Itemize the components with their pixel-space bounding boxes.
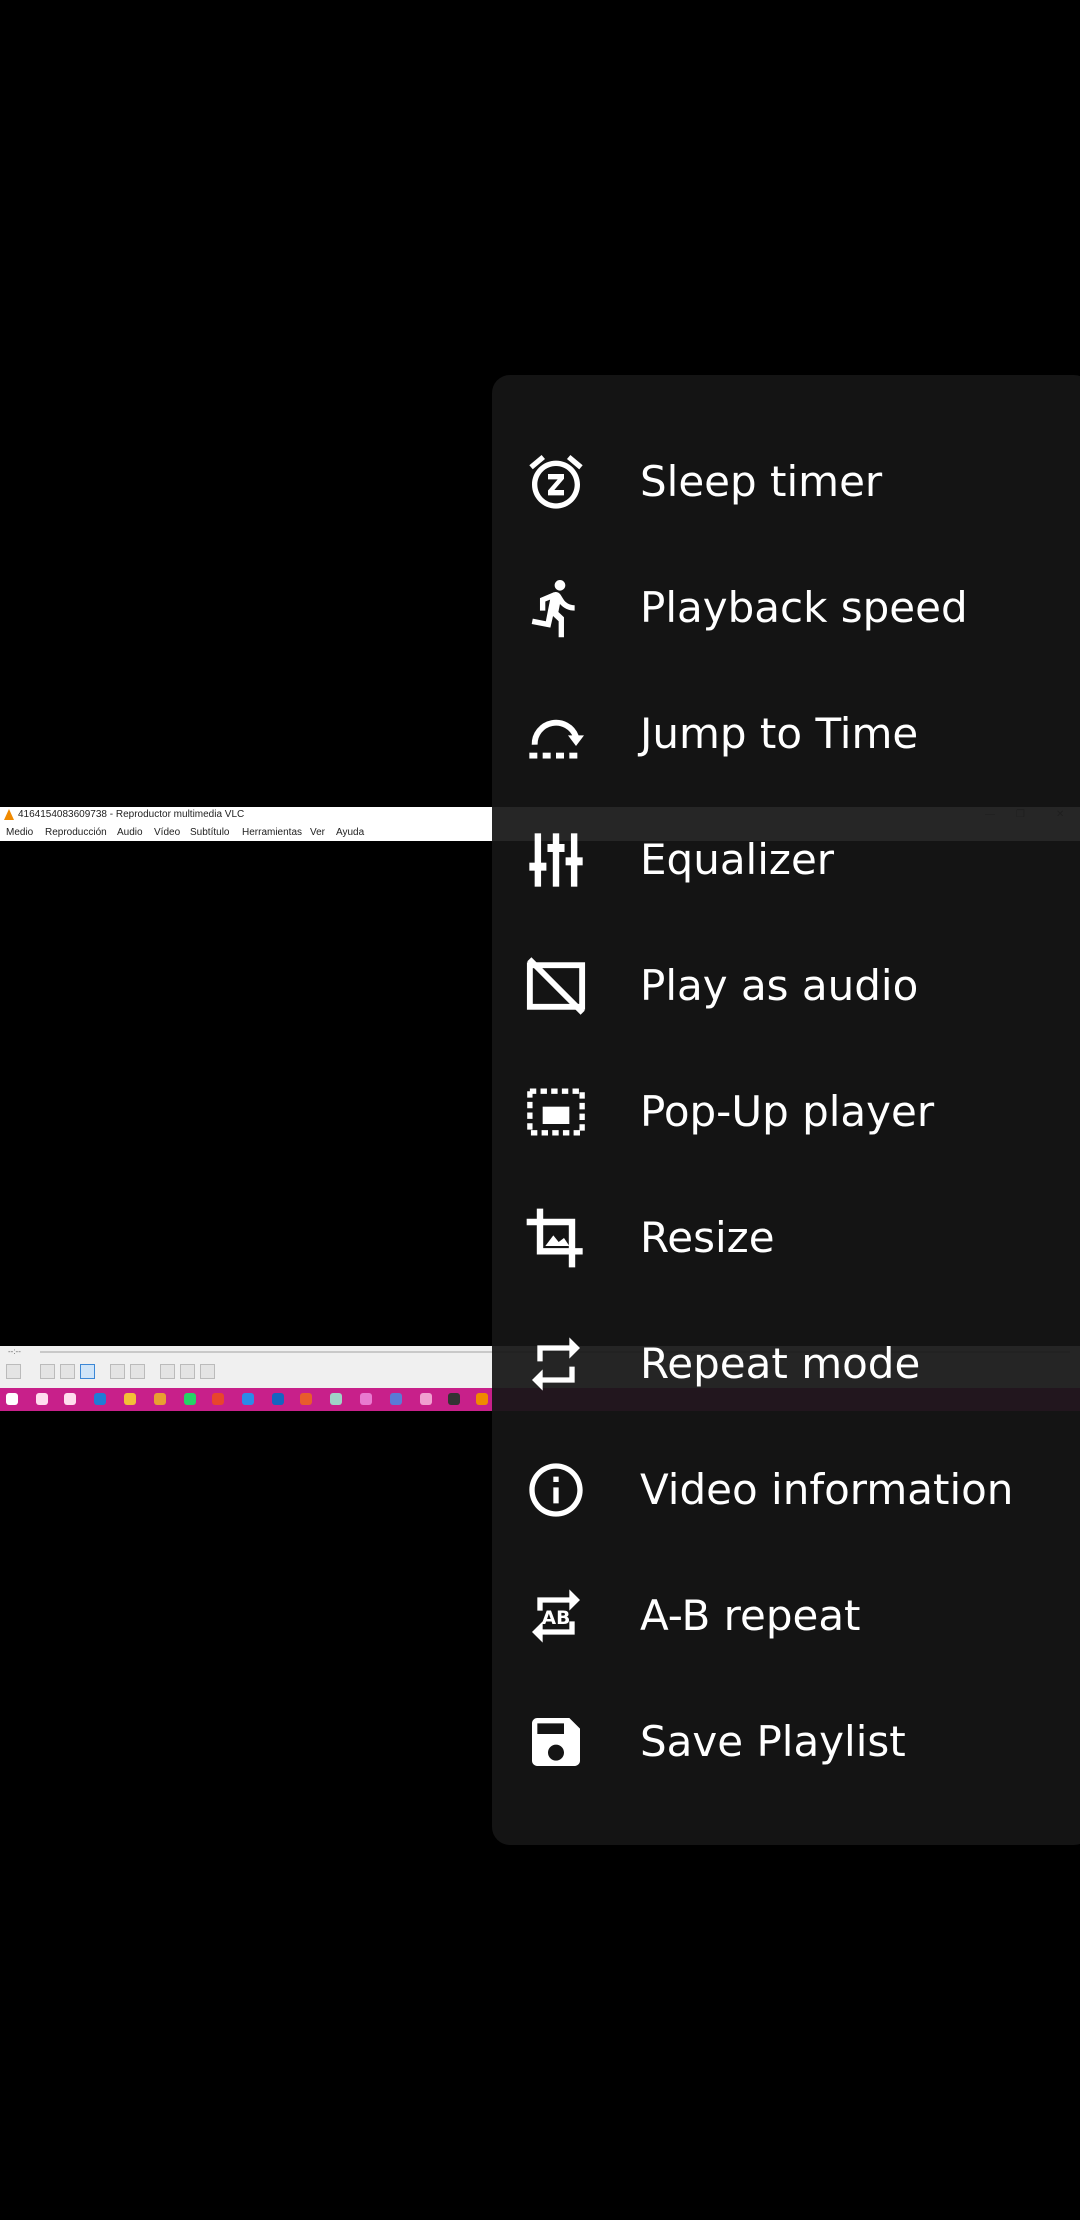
- ab-repeat-icon: AB: [524, 1584, 588, 1648]
- menu-item-playback-speed[interactable]: Playback speed: [492, 545, 1080, 671]
- menubar-item-audio: Audio: [117, 827, 143, 838]
- info-icon: [524, 1458, 588, 1522]
- menu-item-label: Play as audio: [640, 961, 919, 1010]
- taskbar-app-icon: [420, 1393, 432, 1405]
- menubar-item-subtitulo: Subtítulo: [190, 827, 230, 838]
- jump-forward-arc-icon: [524, 702, 588, 766]
- menu-item-label: Resize: [640, 1213, 775, 1262]
- seek-time: --:--: [8, 1347, 21, 1356]
- taskbar-app-icon: [242, 1393, 254, 1405]
- menu-item-play-as-audio[interactable]: Play as audio: [492, 923, 1080, 1049]
- menu-item-pop-up-player[interactable]: Pop-Up player: [492, 1049, 1080, 1175]
- taskbar-app-icon: [94, 1393, 106, 1405]
- svg-text:AB: AB: [542, 1608, 571, 1629]
- taskbar-app-icon: [212, 1393, 224, 1405]
- crop-image-icon: [524, 1206, 588, 1270]
- stop-icon: [60, 1364, 75, 1379]
- windows-start-icon: [6, 1393, 18, 1405]
- more-options-menu: Sleep timer Playback speed Jump to Time: [492, 375, 1080, 1845]
- menu-item-save-playlist[interactable]: Save Playlist: [492, 1679, 1080, 1805]
- video-off-icon: [524, 954, 588, 1018]
- search-icon: [36, 1393, 48, 1405]
- menu-item-resize[interactable]: Resize: [492, 1175, 1080, 1301]
- menubar-item-video: Vídeo: [154, 827, 181, 838]
- previous-icon: [40, 1364, 55, 1379]
- picture-in-picture-icon: [524, 1080, 588, 1144]
- fullscreen-icon: [110, 1364, 125, 1379]
- menu-item-label: Save Playlist: [640, 1717, 906, 1766]
- menu-item-video-information[interactable]: Video information: [492, 1427, 1080, 1553]
- shuffle-icon: [200, 1364, 215, 1379]
- equalizer-sliders-icon: [524, 828, 588, 892]
- taskbar-app-icon: [448, 1393, 460, 1405]
- running-person-icon: [524, 576, 588, 640]
- menu-item-equalizer[interactable]: Equalizer: [492, 797, 1080, 923]
- vlc-cone-icon: [4, 809, 14, 820]
- menubar-item-herramientas: Herramientas: [242, 827, 303, 838]
- menu-item-label: Repeat mode: [640, 1339, 921, 1388]
- taskbar-app-icon: [390, 1393, 402, 1405]
- menubar-item-reproduccion: Reproducción: [45, 827, 107, 838]
- vlc-window-title: 4164154083609738 - Reproductor multimedi…: [18, 809, 245, 820]
- menu-item-repeat-mode[interactable]: Repeat mode: [492, 1301, 1080, 1427]
- repeat-icon: [524, 1332, 588, 1396]
- whatsapp-icon: [184, 1393, 196, 1405]
- menu-item-label: A-B repeat: [640, 1591, 861, 1640]
- pause-icon: [6, 1364, 21, 1379]
- taskbar-app-icon: [154, 1393, 166, 1405]
- menu-item-label: Pop-Up player: [640, 1087, 935, 1136]
- menu-item-label: Jump to Time: [640, 709, 919, 758]
- menubar-item-ayuda: Ayuda: [336, 827, 365, 838]
- menu-item-a-b-repeat[interactable]: AB A-B repeat: [492, 1553, 1080, 1679]
- task-view-icon: [64, 1393, 76, 1405]
- loop-icon: [180, 1364, 195, 1379]
- vlc-taskbar-icon: [476, 1393, 488, 1405]
- menu-item-label: Sleep timer: [640, 457, 883, 506]
- playlist-icon: [160, 1364, 175, 1379]
- alarm-snooze-icon: [524, 450, 588, 514]
- next-icon: [80, 1364, 95, 1379]
- menu-item-label: Playback speed: [640, 583, 968, 632]
- menubar-item-medio: Medio: [6, 827, 34, 838]
- menu-item-label: Equalizer: [640, 835, 835, 884]
- save-floppy-icon: [524, 1710, 588, 1774]
- menu-item-sleep-timer[interactable]: Sleep timer: [492, 419, 1080, 545]
- extended-settings-icon: [130, 1364, 145, 1379]
- taskbar-app-icon: [330, 1393, 342, 1405]
- taskbar-app-icon: [272, 1393, 284, 1405]
- menubar-item-ver: Ver: [310, 827, 326, 838]
- folder-icon: [124, 1393, 136, 1405]
- taskbar-app-icon: [360, 1393, 372, 1405]
- menu-item-jump-to-time[interactable]: Jump to Time: [492, 671, 1080, 797]
- taskbar-app-icon: [300, 1393, 312, 1405]
- menu-item-label: Video information: [640, 1465, 1014, 1514]
